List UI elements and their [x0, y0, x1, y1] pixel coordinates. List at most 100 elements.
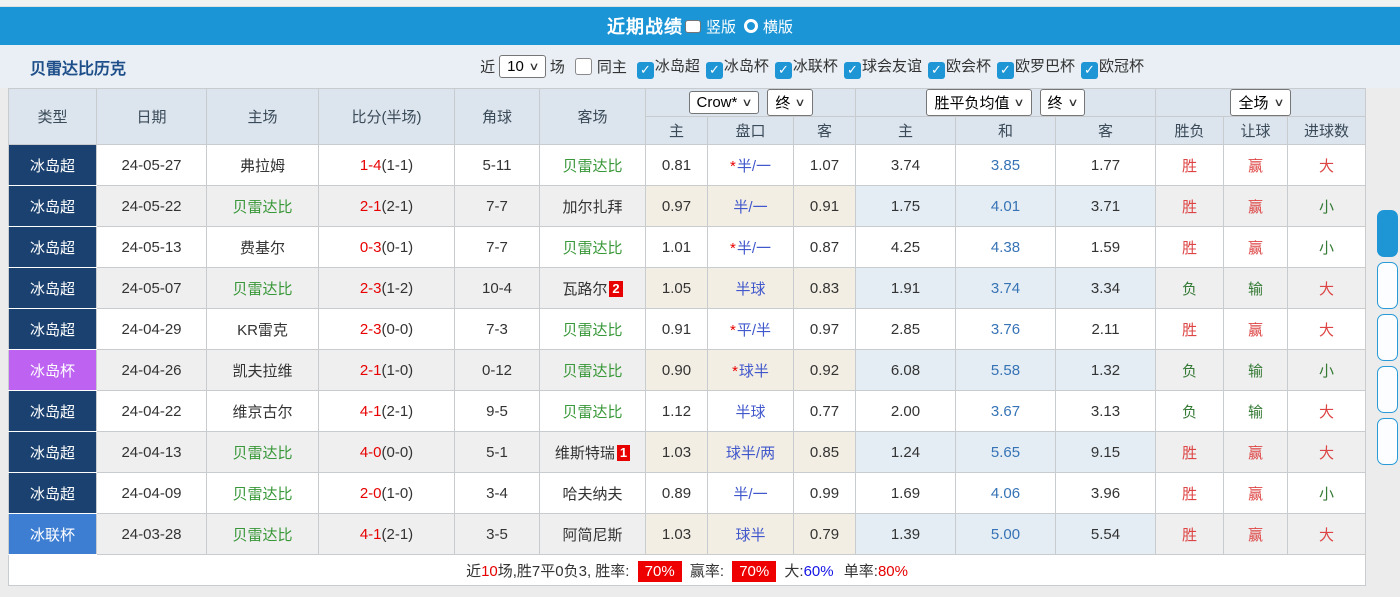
league-checkbox[interactable]: ✓ — [1080, 61, 1098, 79]
result-handicap: 赢 — [1223, 185, 1289, 227]
avg-loss-odds: 3.13 — [1055, 390, 1157, 432]
away-team: 维斯特瑞 1 — [539, 431, 646, 473]
league-checkbox-label[interactable]: 冰岛杯 — [724, 58, 769, 75]
corner-score: 7-7 — [454, 185, 540, 227]
side-tab-button-active[interactable] — [1377, 210, 1398, 257]
result-goals: 大 — [1287, 513, 1367, 555]
league-checkbox-label[interactable]: 冰岛超 — [655, 58, 700, 75]
away-team: 贝雷达比 — [539, 308, 646, 350]
league-checkbox[interactable]: ✓ — [996, 61, 1014, 79]
league-checkbox-label[interactable]: 欧会杯 — [946, 58, 991, 75]
side-tab-button[interactable] — [1377, 366, 1398, 413]
avg-loss-odds: 3.34 — [1055, 267, 1157, 309]
handicap-value: 球半 — [735, 526, 766, 544]
league-checkbox[interactable]: ✓ — [705, 61, 723, 79]
top-strip — [0, 0, 1400, 7]
handicap-select-group: Crow* ∨ 终 ∨ — [644, 88, 857, 117]
header-bar: 近期战绩 竖版 横版 — [0, 7, 1400, 45]
fulltime-score: 0-3 — [359, 238, 382, 256]
handicap-away-odds: 0.85 — [792, 431, 857, 473]
avg-draw-odds: 5.65 — [955, 431, 1057, 473]
single-rate: 80% — [877, 562, 908, 580]
match-count-select[interactable]: 10 ∨ — [499, 55, 546, 78]
corner-score: 5-11 — [454, 144, 540, 186]
side-tab-button[interactable] — [1377, 314, 1398, 361]
handicap-home-odds: 0.89 — [645, 472, 708, 514]
radio-vertical-layout[interactable] — [684, 19, 701, 33]
result-win-loss: 胜 — [1155, 185, 1225, 227]
scope-select[interactable]: 全场 ∨ — [1230, 89, 1291, 116]
league-type-badge: 冰联杯 — [8, 513, 97, 555]
avg-odds-select[interactable]: 胜平负均值 ∨ — [926, 89, 1032, 116]
table-row: 冰岛超 24-04-09 贝雷达比 2-0(1-0) 3-4 哈夫纳夫 0.89 半/一 0.9… — [8, 472, 1367, 514]
avg-win-odds: 2.85 — [855, 308, 957, 350]
radio-horizontal-label[interactable]: 横版 — [763, 16, 793, 37]
handicap-home-odds: 1.12 — [645, 390, 708, 432]
avg-state-select[interactable]: 终 ∨ — [1039, 89, 1085, 116]
result-win-loss: 胜 — [1155, 226, 1225, 268]
recent-count: 10 — [481, 562, 498, 580]
same-home-checkbox[interactable] — [574, 58, 592, 75]
result-win-loss: 负 — [1155, 349, 1225, 391]
filter-row: 贝雷达比历克 近 10 ∨ 场 同主 ✓ 冰岛超 ✓ 冰岛杯 ✓ 冰联杯 ✓ 球会友谊 ✓ 欧会杯… — [0, 45, 1400, 88]
handicap-line: 球半 — [707, 513, 794, 555]
match-date: 24-04-13 — [96, 431, 207, 473]
away-team-name: 贝雷达比 — [562, 321, 623, 339]
avg-loss-odds: 9.15 — [1055, 431, 1157, 473]
away-team-name: 哈夫纳夫 — [562, 485, 623, 503]
side-tab-button[interactable] — [1377, 418, 1398, 465]
result-goals: 大 — [1287, 267, 1367, 309]
home-team: 贝雷达比 — [206, 185, 319, 227]
bookmaker-select[interactable]: Crow* ∨ — [688, 91, 760, 114]
avg-win-odds: 1.91 — [855, 267, 957, 309]
handicap-value: 半球 — [735, 403, 766, 421]
handicap-value: 半/一 — [733, 485, 768, 503]
result-handicap: 赢 — [1223, 308, 1289, 350]
subcol-avg-win: 主 — [855, 116, 957, 145]
halftime-score: (2-1) — [381, 402, 414, 420]
result-win-loss: 胜 — [1155, 431, 1225, 473]
league-checkbox-label[interactable]: 欧罗巴杯 — [1015, 58, 1075, 75]
avg-win-odds: 1.75 — [855, 185, 957, 227]
fulltime-score: 2-1 — [359, 361, 382, 379]
league-checkbox[interactable]: ✓ — [927, 61, 945, 79]
fulltime-score: 2-3 — [359, 320, 382, 338]
away-team: 阿简尼斯 — [539, 513, 646, 555]
match-score: 4-1(2-1) — [318, 513, 455, 555]
side-tab-button[interactable] — [1377, 262, 1398, 309]
radio-horizontal-layout[interactable] — [744, 19, 758, 33]
table-footer: 近10场,胜7平0负3, 胜率: 70% 赢率: 70% 大:60% 单率:80… — [7, 554, 1367, 586]
handicap-away-odds: 0.77 — [792, 390, 857, 432]
avg-loss-odds: 1.59 — [1055, 226, 1157, 268]
result-handicap: 赢 — [1223, 144, 1289, 186]
league-checkbox[interactable]: ✓ — [843, 61, 861, 79]
league-checkbox-label[interactable]: 冰联杯 — [793, 58, 838, 75]
home-team: 弗拉姆 — [206, 144, 319, 186]
avg-loss-odds: 1.77 — [1055, 144, 1157, 186]
red-card-badge: 2 — [609, 280, 623, 297]
match-date: 24-04-22 — [96, 390, 207, 432]
bookmaker-state-select[interactable]: 终 ∨ — [767, 89, 813, 116]
big-rate: 60% — [803, 562, 834, 580]
handicap-line: *球半 — [707, 349, 794, 391]
corner-score: 3-4 — [454, 472, 540, 514]
avg-draw-odds: 5.58 — [955, 349, 1057, 391]
result-goals: 小 — [1287, 185, 1367, 227]
radio-vertical-label[interactable]: 竖版 — [706, 16, 736, 37]
result-handicap: 输 — [1223, 267, 1289, 309]
league-checkbox[interactable]: ✓ — [774, 61, 792, 79]
handicap-home-odds: 1.05 — [645, 267, 708, 309]
league-checkbox-label[interactable]: 球会友谊 — [862, 58, 922, 75]
avg-draw-odds: 5.00 — [955, 513, 1057, 555]
subcol-handicap-home: 主 — [645, 116, 708, 145]
home-team: KR雷克 — [206, 308, 319, 350]
match-date: 24-05-07 — [96, 267, 207, 309]
result-handicap: 输 — [1223, 349, 1289, 391]
league-checkbox-label[interactable]: 欧冠杯 — [1099, 58, 1144, 75]
result-goals: 大 — [1287, 431, 1367, 473]
table-row: 冰岛超 24-05-22 贝雷达比 2-1(2-1) 7-7 加尔扎拜 0.97 半/一 0.9… — [8, 185, 1367, 227]
league-checkbox[interactable]: ✓ — [636, 61, 654, 79]
league-type-badge: 冰岛超 — [8, 390, 97, 432]
match-score: 4-0(0-0) — [318, 431, 455, 473]
same-home-label[interactable]: 同主 — [597, 56, 627, 77]
